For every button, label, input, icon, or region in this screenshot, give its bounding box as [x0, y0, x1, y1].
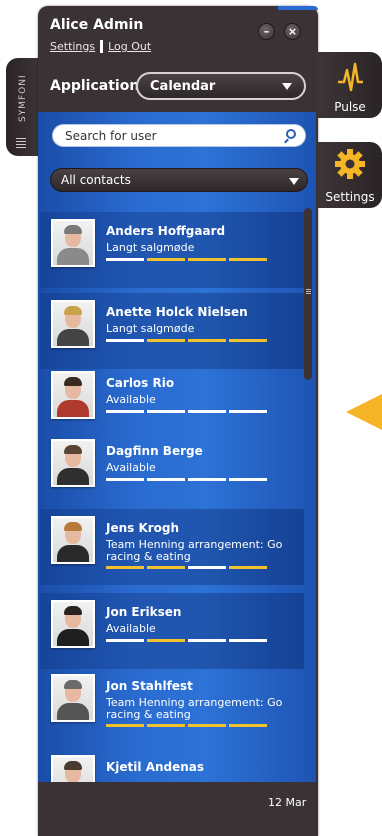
application-select[interactable]: Calendar	[136, 72, 306, 100]
contact-list-item[interactable]: Dagfinn Berge Available	[40, 432, 304, 508]
contact-list-item[interactable]: Carlos Rio Available	[40, 364, 304, 440]
presence-segment	[106, 410, 144, 413]
contact-status: Langt salgmøde	[106, 241, 195, 254]
presence-segment	[147, 258, 185, 261]
presence-segment	[229, 639, 267, 642]
avatar	[51, 219, 95, 267]
settings-link[interactable]: Settings	[50, 40, 95, 53]
presence-segment	[147, 410, 185, 413]
minimize-button[interactable]: –	[258, 23, 275, 40]
contact-list-item[interactable]: Anette Holck Nielsen Langt salgmøde	[40, 293, 304, 369]
contact-name: Carlos Rio	[106, 376, 175, 390]
tab-settings-label: Settings	[325, 190, 375, 204]
presence-bar	[106, 478, 267, 481]
avatar	[51, 674, 95, 722]
app-root: SYMFONI Alice Admin Settings Log Out – ×…	[0, 0, 382, 836]
pulse-icon	[338, 62, 363, 92]
presence-segment	[229, 478, 267, 481]
chevron-down-icon	[282, 83, 292, 90]
presence-segment	[106, 724, 144, 727]
presence-segment	[229, 339, 267, 342]
presence-segment	[188, 339, 226, 342]
presence-segment	[106, 478, 144, 481]
presence-segment	[229, 566, 267, 569]
presence-segment	[147, 639, 185, 642]
contact-status: Available	[106, 393, 156, 406]
contact-name: Jon Eriksen	[106, 605, 182, 619]
footer	[38, 782, 318, 836]
presence-segment	[106, 258, 144, 261]
search-input[interactable]: Search for user	[52, 124, 306, 147]
presence-segment	[147, 724, 185, 727]
presence-segment	[229, 258, 267, 261]
presence-segment	[106, 339, 144, 342]
avatar	[51, 439, 95, 487]
presence-segment	[188, 639, 226, 642]
presence-bar	[106, 258, 267, 261]
contact-status: Langt salgmøde	[106, 322, 195, 335]
presence-segment	[188, 566, 226, 569]
contact-name: Anette Holck Nielsen	[106, 305, 248, 319]
presence-segment	[229, 724, 267, 727]
contact-list-item[interactable]: Jon Eriksen Available	[40, 593, 304, 669]
presence-bar	[106, 639, 267, 642]
contact-name: Jens Krogh	[106, 521, 180, 535]
grip-icon	[16, 138, 26, 148]
footer-date: 12 Mar	[268, 796, 307, 809]
presence-segment	[147, 566, 185, 569]
tab-pulse-label: Pulse	[334, 100, 366, 114]
presence-bar	[106, 410, 267, 413]
application-label: Application	[50, 78, 140, 94]
logout-link[interactable]: Log Out	[108, 40, 151, 53]
presence-bar	[106, 339, 267, 342]
user-name: Alice Admin	[50, 17, 144, 33]
chevron-down-icon	[289, 178, 299, 185]
contacts-filter-value: All contacts	[61, 173, 131, 187]
gear-icon	[335, 149, 365, 179]
link-separator	[100, 40, 104, 53]
avatar	[51, 371, 95, 419]
contact-name: Anders Hoffgaard	[106, 224, 226, 238]
contact-name: Dagfinn Berge	[106, 444, 203, 458]
presence-segment	[106, 639, 144, 642]
contact-status: Team Henning arrangement: Go racing & ea…	[106, 696, 283, 721]
contact-status: Available	[106, 461, 156, 474]
contact-list-item[interactable]: Anders Hoffgaard Langt salgmøde	[40, 212, 304, 288]
search-placeholder: Search for user	[65, 128, 157, 143]
search-icon[interactable]	[286, 129, 296, 139]
avatar	[51, 600, 95, 648]
presence-segment	[188, 410, 226, 413]
contact-name: Jon Stahlfest	[106, 679, 193, 693]
contact-status: Team Henning arrangement: Go racing & ea…	[106, 538, 283, 563]
presence-segment	[147, 478, 185, 481]
application-select-value: Calendar	[150, 78, 216, 94]
window-top-accent	[278, 6, 318, 10]
presence-bar	[106, 566, 267, 569]
close-button[interactable]: ×	[284, 23, 301, 40]
presence-segment	[188, 724, 226, 727]
presence-bar	[106, 724, 267, 727]
decorative-orange-shape	[346, 382, 382, 442]
contact-status: Available	[106, 622, 156, 635]
avatar	[51, 300, 95, 348]
presence-segment	[229, 410, 267, 413]
scrollbar[interactable]	[304, 208, 312, 380]
presence-segment	[188, 258, 226, 261]
avatar	[51, 516, 95, 564]
contact-name: Kjetil Andenas	[106, 760, 205, 774]
header-links: Settings Log Out	[50, 40, 151, 53]
presence-segment	[188, 478, 226, 481]
scrollbar-grip-icon	[306, 288, 311, 294]
contact-list-item[interactable]: Jon Stahlfest Team Henning arrangement: G…	[40, 667, 304, 743]
presence-segment	[106, 566, 144, 569]
contact-list-item[interactable]: Jens Krogh Team Henning arrangement: Go r…	[40, 509, 304, 585]
presence-segment	[147, 339, 185, 342]
contacts-filter-select[interactable]: All contacts	[50, 168, 308, 192]
